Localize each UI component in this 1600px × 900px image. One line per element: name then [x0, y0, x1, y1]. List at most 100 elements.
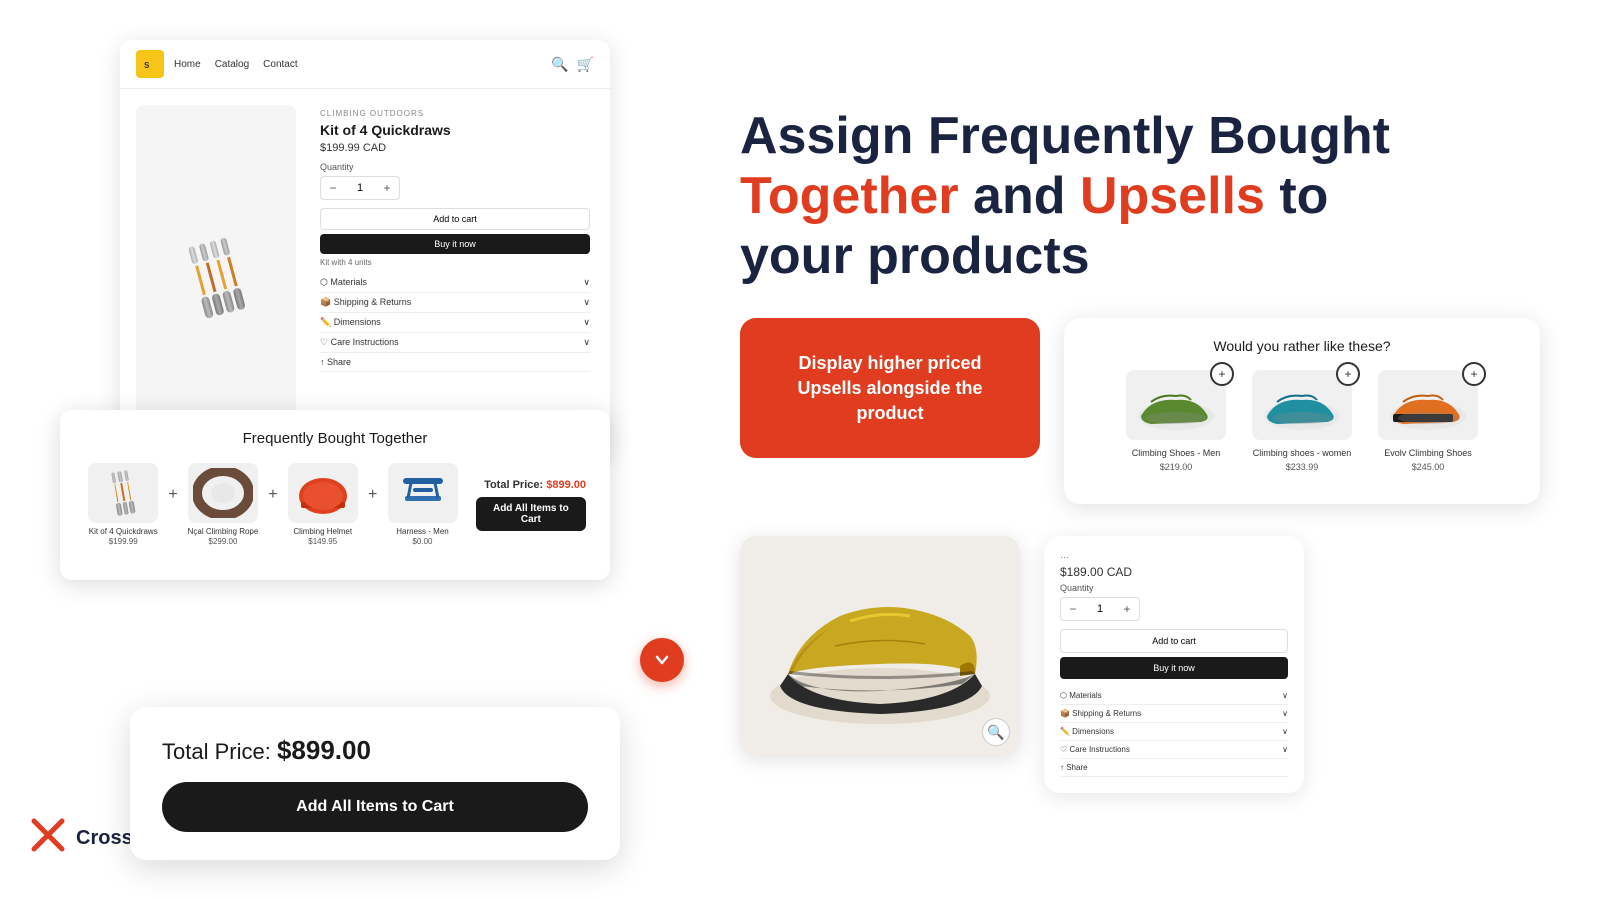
- fbt-product-2-name: Nçal Climbing Rope: [188, 527, 259, 537]
- product-title: Kit of 4 Quickdraws: [320, 122, 590, 138]
- shoe-shipping-label: 📦 Shipping & Returns: [1060, 709, 1141, 718]
- dimensions-chevron: ∨: [583, 317, 590, 328]
- accordion-care[interactable]: ♡ Care Instructions∨: [320, 333, 590, 353]
- accordion-materials[interactable]: ⬡ Materials∨: [320, 273, 590, 293]
- fbt-product-2-img: [188, 463, 258, 523]
- fbt-expanded-card: Total Price: $899.00 Add All Items to Ca…: [130, 707, 620, 860]
- qty-minus[interactable]: −: [321, 177, 345, 199]
- down-arrow-btn[interactable]: [640, 638, 684, 682]
- accordion-shipping[interactable]: 📦 Shipping & Returns ∨: [320, 293, 590, 313]
- fbt-expanded-add-btn[interactable]: Add All Items to Cart: [162, 782, 588, 832]
- shoe-qty-value: 1: [1085, 603, 1115, 615]
- kit-text: Kit with 4 units: [320, 258, 590, 267]
- qty-plus[interactable]: +: [375, 177, 399, 199]
- svg-text:S: S: [144, 61, 150, 70]
- fbt-product-1-name: Kit of 4 Quickdraws: [89, 527, 158, 537]
- upsell-product-3-price: $245.00: [1412, 462, 1445, 472]
- fbt-expanded-total: Total Price: $899.00: [162, 735, 588, 766]
- shoe-care[interactable]: ♡ Care Instructions∨: [1060, 741, 1288, 759]
- store-body: CLIMBING OUTDOORS Kit of 4 Quickdraws $1…: [120, 89, 610, 460]
- buy-now-btn[interactable]: Buy it now: [320, 234, 590, 254]
- shoe-buy-now[interactable]: Buy it now: [1060, 657, 1288, 679]
- shoe-qty-label: Quantity: [1060, 583, 1288, 593]
- shoe-mat-chevron: ∨: [1282, 691, 1288, 700]
- headline-line2: Together and Upsells to: [740, 167, 1540, 227]
- fbt-add-btn[interactable]: Add All Items to Cart: [476, 497, 586, 531]
- upsell-product-2: + Climbing shoes - women $233.99: [1247, 370, 1357, 472]
- accordion-items: ⬡ Materials∨ 📦 Shipping & Returns ∨ ✏️ Di…: [320, 273, 590, 372]
- upsell-product-1-price: $219.00: [1160, 462, 1193, 472]
- shoe-shipping[interactable]: 📦 Shipping & Returns ∨: [1060, 705, 1288, 723]
- fbt-title: Frequently Bought Together: [84, 430, 586, 447]
- cart-icon[interactable]: 🛒: [577, 56, 594, 73]
- brand-label: CLIMBING OUTDOORS: [320, 109, 590, 118]
- upsell-add-icon-2[interactable]: +: [1336, 362, 1360, 386]
- fbt-product-4-price: $0.00: [412, 537, 432, 546]
- fbt-total-text: Total Price: $899.00: [484, 479, 586, 491]
- nav-home[interactable]: Home: [174, 59, 201, 70]
- total-price: $899.00: [546, 479, 586, 491]
- left-section: S Home Catalog Contact 🔍 🛒: [60, 40, 680, 860]
- upsell-product-2-img: +: [1252, 370, 1352, 440]
- upsells-accent: Upsells: [1080, 167, 1265, 225]
- headline: Assign Frequently Bought Together and Up…: [740, 107, 1540, 286]
- shoe-dimensions[interactable]: ✏️ Dimensions ∨: [1060, 723, 1288, 741]
- shoe-ship-chevron: ∨: [1282, 709, 1288, 718]
- page-container: S Home Catalog Contact 🔍 🛒: [0, 0, 1600, 900]
- shipping-chevron: ∨: [583, 297, 590, 308]
- store-header: S Home Catalog Contact 🔍 🛒: [120, 40, 610, 89]
- fbt-plus-3: +: [368, 486, 377, 504]
- upsell-product-3: + Evolv Climbing Shoes $245.00: [1373, 370, 1483, 472]
- store-nav: Home Catalog Contact: [174, 59, 298, 70]
- shoe-qty-control[interactable]: − 1 +: [1060, 597, 1140, 621]
- fbt-product-3: Climbing Helmet $149.95: [284, 463, 362, 546]
- shoe-dims-label: ✏️ Dimensions: [1060, 727, 1114, 736]
- fbt-product-2-price: $299.00: [209, 537, 238, 546]
- right-section: Assign Frequently Bought Together and Up…: [740, 107, 1540, 793]
- fbt-total-section: Total Price: $899.00 Add All Items to Ca…: [476, 479, 586, 531]
- headline-line3: your products: [740, 227, 1540, 287]
- search-icon[interactable]: 🔍: [551, 56, 568, 73]
- fbt-product-4: Harness - Men $0.00: [383, 463, 461, 546]
- fbt-mini-widget: Frequently Bought Together Kit of 4 Quic…: [60, 410, 610, 580]
- shoe-share[interactable]: ↑ Share: [1060, 759, 1288, 777]
- shoe-image: [750, 556, 1010, 736]
- fbt-qd-img: [110, 470, 135, 517]
- upsell-add-icon-3[interactable]: +: [1462, 362, 1486, 386]
- upsell-add-icon-1[interactable]: +: [1210, 362, 1234, 386]
- nav-catalog[interactable]: Catalog: [215, 59, 249, 70]
- shoe-price: $189.00 CAD: [1060, 565, 1288, 579]
- fbt-products: Kit of 4 Quickdraws $199.99 + Nçal Climb…: [84, 463, 586, 546]
- headline-line1: Assign Frequently Bought: [740, 107, 1540, 167]
- upsell-product-1-img: +: [1126, 370, 1226, 440]
- fbt-product-3-price: $149.95: [308, 537, 337, 546]
- crosssell-x-icon: [30, 817, 66, 860]
- fbt-product-1-price: $199.99: [109, 537, 138, 546]
- shoe-qty-plus[interactable]: +: [1115, 598, 1139, 620]
- store-logo: S: [136, 50, 164, 78]
- add-to-cart-btn[interactable]: Add to cart: [320, 208, 590, 230]
- care-chevron: ∨: [583, 337, 590, 348]
- red-cta-card: Display higher priced Upsells alongside …: [740, 318, 1040, 458]
- shoe-brand: ⋯: [1060, 552, 1288, 563]
- shoe-dims-chevron: ∨: [1282, 727, 1288, 736]
- upsell-product-3-name: Evolv Climbing Shoes: [1384, 448, 1472, 460]
- accordion-dimensions[interactable]: ✏️ Dimensions ∨: [320, 313, 590, 333]
- crosssell-svg-icon: [30, 817, 66, 853]
- upsell-product-2-price: $233.99: [1286, 462, 1319, 472]
- zoom-icon[interactable]: 🔍: [982, 718, 1010, 746]
- total-label: Total Price:: [484, 479, 543, 491]
- shoe-add-cart[interactable]: Add to cart: [1060, 629, 1288, 653]
- accordion-share[interactable]: ↑ Share: [320, 353, 590, 372]
- dimensions-label: ✏️ Dimensions: [320, 317, 381, 328]
- product-price: $199.99 CAD: [320, 142, 590, 154]
- fbt-plus-1: +: [168, 486, 177, 504]
- fbt-product-3-img: [288, 463, 358, 523]
- nav-contact[interactable]: Contact: [263, 59, 297, 70]
- quantity-control[interactable]: − 1 +: [320, 176, 400, 200]
- shoe-qty-minus[interactable]: −: [1061, 598, 1085, 620]
- shipping-label: 📦 Shipping & Returns: [320, 297, 411, 308]
- shoe-materials[interactable]: ⬡ Materials∨: [1060, 687, 1288, 705]
- expanded-total-price: $899.00: [277, 735, 371, 765]
- fbt-product-4-name: Harness - Men: [396, 527, 448, 537]
